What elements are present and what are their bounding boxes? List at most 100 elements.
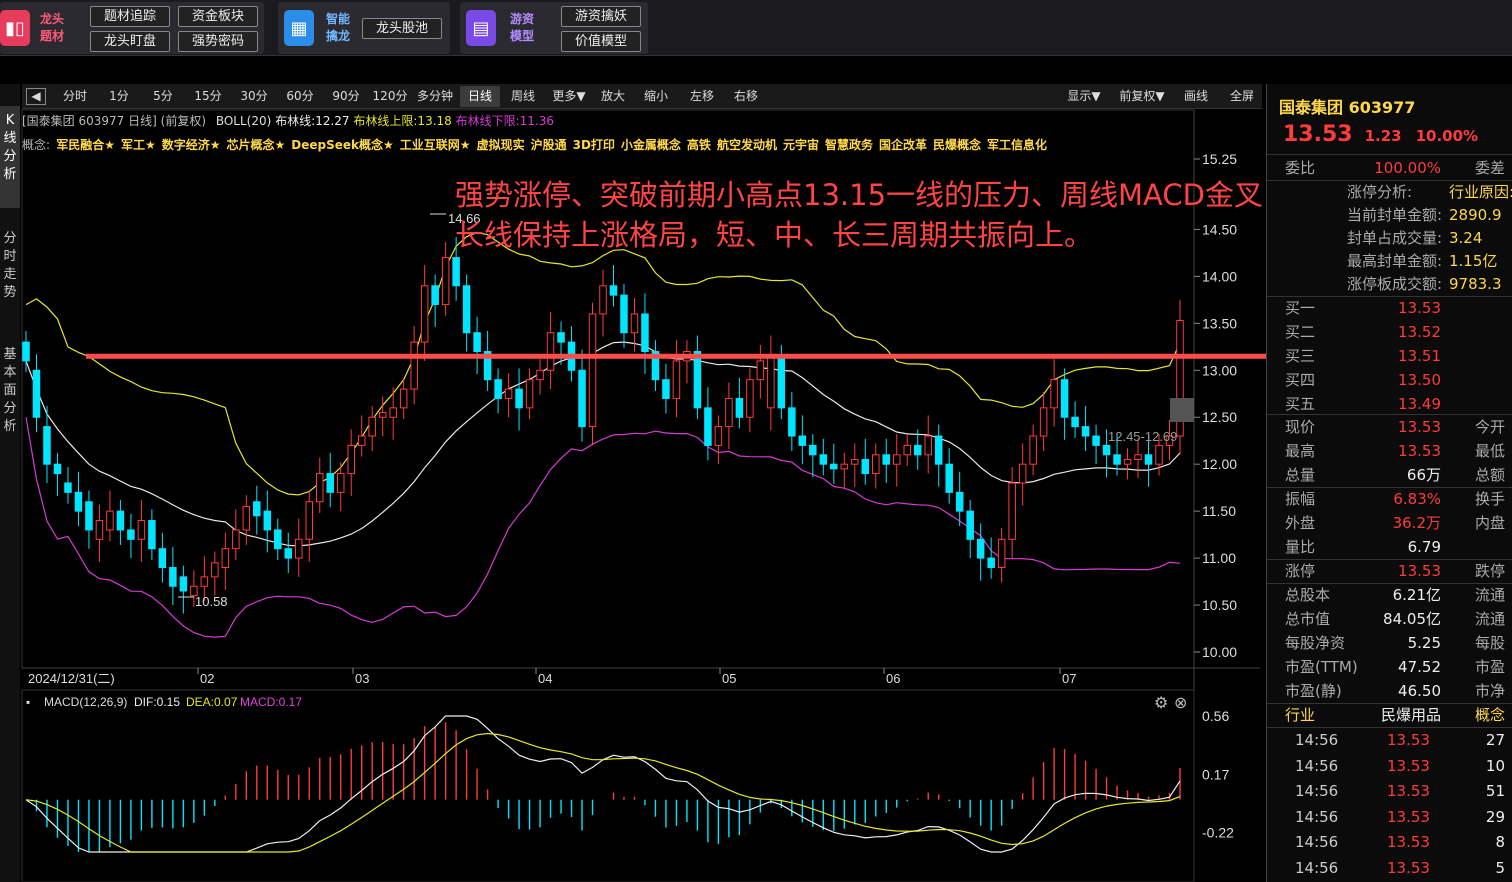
row-right-label: 总额 — [1475, 466, 1506, 484]
close-icon[interactable]: ⊗ — [1174, 693, 1187, 712]
row-value: 6.79 — [1407, 538, 1441, 556]
stat-row: 现价 13.53 今开 — [1267, 415, 1512, 439]
tick-row: 14:56 13.53 27 — [1267, 728, 1512, 752]
row-right-label: 概念 — [1475, 706, 1506, 724]
candle-body — [284, 548, 293, 559]
tick-volume: 5 — [1495, 858, 1505, 877]
concept-item[interactable]: 芯片概念★ — [227, 138, 286, 152]
concept-item[interactable]: 智慧政务 — [825, 138, 873, 152]
candle-body — [620, 294, 628, 334]
row-right-label: 市净 — [1475, 682, 1506, 700]
concept-item[interactable]: 沪股通 — [531, 138, 567, 152]
macd-dea: DEA:0.07 — [186, 695, 238, 709]
candle-body — [630, 313, 639, 334]
concept-item[interactable]: 军民融合★ — [56, 138, 115, 152]
candle-body — [95, 520, 104, 540]
row-label: 买三 — [1285, 347, 1316, 365]
row-value: 46.50 — [1398, 682, 1441, 700]
tick-volume: 27 — [1485, 731, 1505, 749]
concept-item[interactable]: 工业互联网★ — [400, 138, 471, 152]
row-value: 84.05亿 — [1383, 610, 1441, 628]
row-label: 最高 — [1285, 442, 1316, 460]
candle-body — [315, 473, 324, 503]
concept-item[interactable]: 军工★ — [121, 138, 156, 152]
tick-row: 14:56 13.53 8 — [1267, 830, 1512, 854]
row-label: 买五 — [1285, 395, 1316, 413]
tick-price: 13.53 — [1387, 807, 1430, 826]
concept-item[interactable]: 元宇宙 — [783, 138, 819, 152]
row-label: 外盘 — [1285, 514, 1316, 532]
tick-price: 13.53 — [1387, 731, 1430, 749]
macd-name[interactable]: MACD(12,26,9) — [44, 695, 127, 709]
candle-body — [441, 257, 450, 306]
candle-body — [662, 379, 670, 399]
limit-value: 3.24 — [1449, 229, 1483, 247]
candle-body — [892, 454, 901, 465]
row-value: 6.21亿 — [1392, 586, 1441, 604]
concept-item[interactable]: DeepSeek概念★ — [291, 138, 394, 152]
candle-body — [32, 369, 41, 418]
row-label: 总市值 — [1285, 610, 1331, 628]
concept-item[interactable]: 国企改革 — [879, 138, 927, 152]
candle-body — [704, 407, 712, 446]
row-right-label: 换手 — [1475, 490, 1506, 508]
row-label: 总量 — [1285, 466, 1316, 484]
candle-body — [473, 332, 481, 353]
price-tick-label: 11.00 — [1202, 550, 1236, 566]
concept-item[interactable]: 民爆概念 — [933, 138, 981, 152]
candle-body — [431, 285, 439, 306]
candle-body — [494, 379, 502, 399]
limit-info-row: 当前封单金额: 2890.9 — [1267, 203, 1512, 227]
indicator-label[interactable]: BOLL(20) — [216, 114, 271, 128]
candle-body — [53, 463, 62, 475]
tick-time: 14:56 — [1295, 833, 1339, 851]
gear-icon[interactable]: ⚙ — [1154, 693, 1168, 712]
candle-body — [609, 285, 618, 296]
tick-row: 14:56 13.53 29 — [1267, 805, 1512, 829]
candle-body — [746, 379, 754, 418]
candle-body — [714, 426, 723, 446]
boll-mid-line — [25, 341, 1181, 547]
concept-item[interactable]: 虚拟现实 — [477, 138, 525, 152]
row-value: 47.52 — [1398, 658, 1441, 676]
adj-label: (前复权) — [160, 114, 207, 128]
price-change: 1.23 — [1364, 127, 1402, 145]
boll-upper-value: 布林线上限:13.18 — [353, 114, 452, 128]
concept-item[interactable]: 3D打印 — [573, 138, 615, 152]
row-right-label: 流通 — [1475, 586, 1506, 604]
row-right-label: 最低 — [1475, 442, 1506, 460]
row-value: 13.49 — [1398, 395, 1441, 413]
candle-body — [368, 416, 376, 437]
low-label: 10.58 — [195, 594, 228, 609]
candle-body — [274, 529, 282, 550]
candle-body — [1060, 379, 1069, 418]
row-label: 市盈(静) — [1285, 682, 1342, 700]
price-tick-label: 15.25 — [1202, 151, 1237, 167]
limit-value: 1.15亿 — [1449, 252, 1498, 270]
candle-body — [116, 510, 125, 531]
price-tick-label: 13.50 — [1202, 315, 1237, 331]
row-label: 买四 — [1285, 371, 1316, 389]
limit-info-row: 涨停板成交额: 9783.3 — [1267, 272, 1512, 296]
tick-price: 13.53 — [1387, 858, 1430, 877]
tick-volume: 10 — [1485, 756, 1505, 775]
candle-body — [263, 510, 272, 531]
candle-body — [976, 538, 985, 559]
concept-bar: 概念: 军民融合★ 军工★ 数字经济★ 芯片概念★ DeepSeek概念★ 工业互联网★ 虚… — [22, 135, 1192, 155]
limit-row: 涨停 13.53 跌停 — [1267, 559, 1512, 583]
candle-body — [242, 505, 251, 531]
concept-item[interactable]: 航空发动机 — [717, 138, 777, 152]
limit-label: 涨停分析: — [1347, 183, 1413, 201]
stat-row: 最高 13.53 最低 — [1267, 439, 1512, 463]
fundamental-row: 市盈(TTM) 47.52 市盈 — [1267, 655, 1512, 679]
candle-body — [1081, 426, 1090, 437]
concept-item[interactable]: 军工信息化 — [987, 138, 1047, 152]
candle-body — [872, 454, 880, 475]
candle-body — [378, 412, 387, 418]
candle-body — [924, 435, 932, 456]
concept-item[interactable]: 数字经济★ — [162, 138, 221, 152]
concept-item[interactable]: 高铁 — [687, 138, 711, 152]
tick-volume: 29 — [1485, 807, 1505, 826]
concept-item[interactable]: 小金属概念 — [621, 138, 681, 152]
boll-mid-value: 布林线:12.27 — [275, 114, 350, 128]
